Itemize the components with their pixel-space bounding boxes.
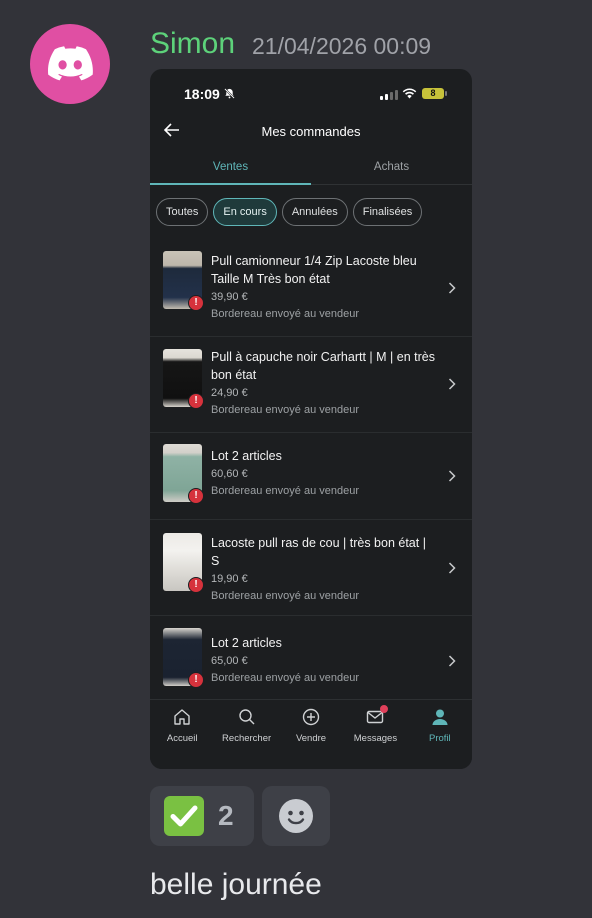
nav-label: Rechercher [222, 733, 272, 744]
nav-messages[interactable]: Messages [343, 700, 407, 769]
silent-bell-icon [224, 88, 235, 99]
tab-ventes[interactable]: Ventes [150, 153, 311, 185]
order-price: 65,00 € [211, 655, 248, 667]
alert-icon: ! [188, 577, 204, 593]
order-title: Pull à capuche noir Carhartt | M | en tr… [211, 350, 435, 382]
nav-label: Vendre [295, 733, 327, 744]
home-icon [174, 709, 190, 725]
profile-icon [432, 709, 448, 725]
order-title: Pull camionneur 1/4 Zip Lacoste bleu Tai… [211, 254, 417, 286]
filter-en-cours[interactable]: En cours [213, 198, 277, 226]
order-row[interactable]: ! Pull camionneur 1/4 Zip Lacoste bleu T… [150, 241, 472, 337]
item-thumbnail: ! [163, 533, 204, 593]
reaction-check[interactable]: 2 [150, 786, 254, 846]
page-title: Mes commandes [261, 124, 361, 139]
author-avatar[interactable] [30, 24, 110, 104]
app-header: Mes commandes [150, 117, 472, 145]
plus-circle-icon [302, 708, 320, 726]
search-icon [238, 709, 255, 725]
order-list: ! Pull camionneur 1/4 Zip Lacoste bleu T… [150, 241, 472, 702]
order-title: Lacoste pull ras de cou | très bon état … [211, 536, 426, 568]
order-status: Bordereau envoyé au vendeur [211, 404, 359, 416]
add-reaction-button[interactable] [262, 786, 330, 846]
order-status: Bordereau envoyé au vendeur [211, 485, 359, 497]
message-timestamp: 21/04/2026 00:09 [252, 33, 432, 59]
alert-icon: ! [188, 393, 204, 409]
order-title: Lot 2 articles [211, 636, 282, 650]
order-price: 60,60 € [211, 468, 248, 480]
order-row[interactable]: ! Lacoste pull ras de cou | très bon éta… [150, 520, 472, 616]
signal-icon [380, 89, 398, 100]
item-thumbnail: ! [163, 444, 204, 504]
alert-icon: ! [188, 672, 204, 688]
chevron-right-icon [448, 470, 456, 482]
nav-accueil[interactable]: Accueil [150, 700, 214, 769]
filter-finalisees[interactable]: Finalisées [352, 198, 423, 226]
chevron-right-icon [448, 562, 456, 574]
order-row[interactable]: ! Lot 2 articles 65,00 € Bordereau envoy… [150, 616, 472, 702]
order-tabs: Ventes Achats [150, 153, 472, 185]
order-price: 39,90 € [211, 291, 248, 303]
order-status: Bordereau envoyé au vendeur [211, 672, 359, 684]
order-status: Bordereau envoyé au vendeur [211, 308, 359, 320]
nav-rechercher[interactable]: Rechercher [214, 700, 278, 769]
notification-dot [380, 705, 389, 713]
item-thumbnail: ! [163, 628, 204, 688]
order-price: 24,90 € [211, 387, 248, 399]
filter-chips: Toutes En cours Annulées Finalisées [156, 198, 423, 226]
author-name[interactable]: Simon [150, 26, 235, 62]
message-content: belle journée [150, 868, 322, 901]
tab-achats[interactable]: Achats [311, 153, 472, 184]
status-bar: 18:09 8 [150, 69, 472, 113]
chevron-right-icon [448, 655, 456, 667]
wifi-icon [402, 88, 417, 99]
white-check-mark-icon [164, 796, 204, 836]
filter-annulees[interactable]: Annulées [281, 198, 348, 226]
nav-label: Profil [429, 733, 451, 744]
item-thumbnail: ! [163, 349, 204, 409]
order-status: Bordereau envoyé au vendeur [211, 590, 359, 602]
reaction-count: 2 [218, 800, 234, 831]
alert-icon: ! [188, 295, 204, 311]
battery-indicator: 8 [422, 88, 447, 99]
nav-profil[interactable]: Profil [408, 700, 472, 769]
nav-label: Accueil [166, 733, 198, 744]
filter-toutes[interactable]: Toutes [156, 198, 209, 226]
smiley-icon [279, 799, 313, 833]
chevron-right-icon [448, 378, 456, 390]
order-price: 19,90 € [211, 573, 248, 585]
chevron-right-icon [448, 282, 456, 294]
nav-vendre[interactable]: Vendre [279, 700, 343, 769]
item-thumbnail: ! [163, 251, 204, 311]
attached-screenshot[interactable]: 18:09 8 Mes commandes Ventes Achats Tout… [150, 69, 472, 769]
status-time: 18:09 [184, 86, 220, 102]
order-row[interactable]: ! Pull à capuche noir Carhartt | M | en … [150, 337, 472, 433]
discord-logo-icon [48, 46, 93, 81]
order-row[interactable]: ! Lot 2 articles 60,60 € Bordereau envoy… [150, 433, 472, 520]
alert-icon: ! [188, 488, 204, 504]
order-title: Lot 2 articles [211, 449, 282, 463]
nav-label: Messages [353, 733, 398, 744]
bottom-navigation: Accueil Rechercher Vendre Messages Profi… [150, 699, 472, 769]
